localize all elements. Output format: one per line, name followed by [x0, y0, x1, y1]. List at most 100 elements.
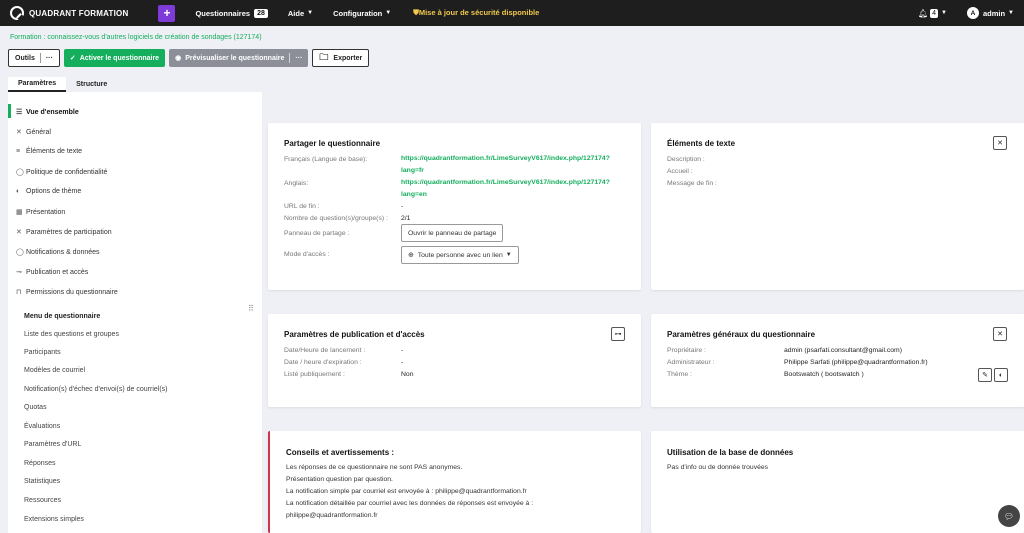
- sidebar-item-presentation[interactable]: ▦ Présentation: [16, 208, 66, 217]
- public-listing-label: Listé publiquement :: [284, 371, 345, 378]
- end-url-value: -: [401, 203, 404, 210]
- check-icon: ✓: [69, 55, 76, 62]
- text-icon: ≡: [16, 148, 21, 155]
- key-icon: ⊸: [16, 269, 22, 276]
- menu-item-simple-plugins[interactable]: Extensions simples: [24, 516, 84, 523]
- menu-item-statistics[interactable]: Statistiques: [24, 478, 60, 485]
- sidebar-item-participation[interactable]: ✕ Paramètres de participation: [16, 228, 112, 237]
- tools-icon[interactable]: ✕: [993, 136, 1007, 150]
- general-settings-title: Paramètres généraux du questionnaire: [667, 330, 816, 339]
- bell-icon: 🔔︎: [917, 8, 929, 18]
- sidebar-item-publication[interactable]: ⊸ Publication et accès: [16, 268, 88, 277]
- menu-item-quotas[interactable]: Quotas: [24, 404, 47, 411]
- open-share-panel-button[interactable]: Ouvrir le panneau de partage: [401, 224, 504, 242]
- sidebar-item-label: Politique de confidentialité: [26, 168, 108, 176]
- menu-item-email-failures[interactable]: Notification(s) d'échec d'envoi(s) de co…: [24, 386, 168, 393]
- sidebar-item-label: Notifications & données: [26, 248, 100, 256]
- caret-down-icon: ▼: [505, 252, 512, 258]
- menu-item-assessments[interactable]: Évaluations: [24, 423, 60, 430]
- palette-icon[interactable]: ◐: [994, 368, 1008, 382]
- access-mode-select[interactable]: ⊕ Toute personne avec un lien ▼: [401, 246, 519, 264]
- lock-icon: ⊓: [16, 289, 22, 296]
- folder-icon: 🗀: [319, 52, 329, 62]
- breadcrumb[interactable]: Formation : connaissez-vous d'autres log…: [10, 34, 262, 41]
- drag-handle-icon[interactable]: ⠿: [248, 304, 254, 313]
- tools-icon: ✕: [16, 129, 22, 136]
- base-language-url[interactable]: https://quadrantformation.fr/LimeSurveyV…: [401, 153, 610, 177]
- english-label: Anglais:: [284, 180, 309, 187]
- nav-surveys-label: Questionnaires: [195, 8, 251, 18]
- menu-item-url-params[interactable]: Paramètres d'URL: [24, 441, 81, 448]
- preview-survey-button[interactable]: ◉ Prévisualiser le questionnaire ···: [169, 49, 309, 67]
- bell-icon: ◯: [16, 249, 24, 256]
- tools-icon[interactable]: ✕: [993, 327, 1007, 341]
- sidebar-item-label: Permissions du questionnaire: [26, 288, 118, 296]
- notifications-menu[interactable]: 🔔︎ 4 ▼: [917, 8, 947, 18]
- sidebar-item-privacy[interactable]: ◯ Politique de confidentialité: [16, 168, 108, 177]
- menu-item-responses[interactable]: Réponses: [24, 460, 56, 467]
- active-indicator: [8, 104, 11, 118]
- nav-help[interactable]: Aide ▼: [288, 9, 313, 18]
- sidebar-item-label: Vue d'ensemble: [26, 108, 79, 116]
- sidebar-item-text-elements[interactable]: ≡ Éléments de texte: [16, 148, 82, 155]
- export-button[interactable]: 🗀 Exporter: [312, 49, 370, 67]
- end-url-label: URL de fin :: [284, 203, 320, 210]
- sidebar-item-label: Éléments de texte: [26, 148, 83, 155]
- sidebar-item-theme-options[interactable]: ◐ Options de thème: [16, 188, 81, 195]
- sidebar-item-overview[interactable]: ☰ Vue d'ensemble: [16, 108, 79, 117]
- menu-item-email-templates[interactable]: Modèles de courriel: [24, 367, 85, 374]
- sidebar-item-notifications[interactable]: ◯ Notifications & données: [16, 248, 100, 257]
- participants-icon: ✕: [16, 229, 22, 236]
- advice-list: Les réponses de ce questionnaire ne sont…: [286, 462, 586, 522]
- activate-label: Activer le questionnaire: [79, 54, 160, 62]
- nav-help-label: Aide: [287, 8, 305, 18]
- tools-button[interactable]: Outils ···: [8, 49, 60, 67]
- publication-card: Paramètres de publication et d'accès ⊶ D…: [268, 314, 641, 407]
- survey-menu-title: Menu de questionnaire: [24, 313, 101, 320]
- activate-survey-button[interactable]: ✓ Activer le questionnaire: [63, 49, 166, 67]
- key-icon[interactable]: ⊶: [611, 327, 625, 341]
- nav-configuration[interactable]: Configuration ▼: [333, 9, 391, 18]
- general-settings-card: Paramètres généraux du questionnaire ✕ P…: [651, 314, 1024, 407]
- preview-label: Prévisualiser le questionnaire: [185, 54, 285, 62]
- advice-title: Conseils et avertissements :: [286, 448, 395, 457]
- access-mode-label: Mode d'accès :: [284, 251, 330, 258]
- sidebar-item-permissions[interactable]: ⊓ Permissions du questionnaire: [16, 288, 118, 297]
- database-title: Utilisation de la base de données: [667, 448, 794, 457]
- menu-item-resources[interactable]: Ressources: [24, 497, 61, 504]
- advice-line: philippe@quadrantformation.fr: [286, 512, 378, 519]
- base-language-label: Français (Langue de base):: [284, 156, 368, 163]
- pencil-icon[interactable]: ✎: [978, 368, 992, 382]
- surveys-count-badge: 28: [254, 8, 268, 18]
- english-url[interactable]: https://quadrantformation.fr/LimeSurveyV…: [401, 177, 610, 201]
- sidebar-item-label: Général: [26, 128, 51, 136]
- welcome-label: Accueil :: [667, 168, 693, 175]
- user-menu[interactable]: admin: [983, 9, 1005, 18]
- theme-label: Thème :: [667, 371, 692, 378]
- chat-icon[interactable]: 💬︎: [998, 505, 1020, 527]
- sidebar-item-general[interactable]: ✕ Général: [16, 128, 51, 137]
- tab-structure[interactable]: Structure: [66, 77, 117, 92]
- advice-line: Présentation question par question.: [286, 476, 393, 483]
- text-elements-title: Éléments de texte: [667, 139, 736, 148]
- start-date-value: -: [401, 347, 404, 354]
- avatar[interactable]: A: [966, 7, 979, 19]
- security-update-alert[interactable]: ⛊Mise à jour de sécurité disponible: [413, 8, 539, 18]
- create-button[interactable]: +: [158, 4, 176, 22]
- more-dots-icon: ···: [295, 54, 303, 62]
- sidebar-item-label: Présentation: [26, 208, 66, 216]
- tab-parametres[interactable]: Paramètres: [8, 77, 67, 92]
- export-label: Exporter: [333, 54, 363, 62]
- database-usage-card: Utilisation de la base de données Pas d'…: [651, 431, 1024, 533]
- advice-line: La notification détaillée par courriel a…: [286, 500, 534, 507]
- menu-item-questions[interactable]: Liste des questions et groupes: [24, 331, 119, 338]
- caret-down-icon: ▼: [1008, 10, 1014, 16]
- nav-config-label: Configuration: [333, 8, 383, 18]
- brand-logo[interactable]: QUADRANT FORMATION: [10, 6, 128, 20]
- menu-item-participants[interactable]: Participants: [24, 349, 61, 356]
- nav-surveys[interactable]: Questionnaires 28: [195, 8, 268, 18]
- text-elements-card: Éléments de texte ✕ Description : Accuei…: [651, 123, 1024, 290]
- security-alert-text: Mise à jour de sécurité disponible: [418, 8, 540, 17]
- globe-icon: ⊕: [408, 252, 414, 259]
- top-navbar: QUADRANT FORMATION + Questionnaires 28 A…: [0, 0, 1024, 26]
